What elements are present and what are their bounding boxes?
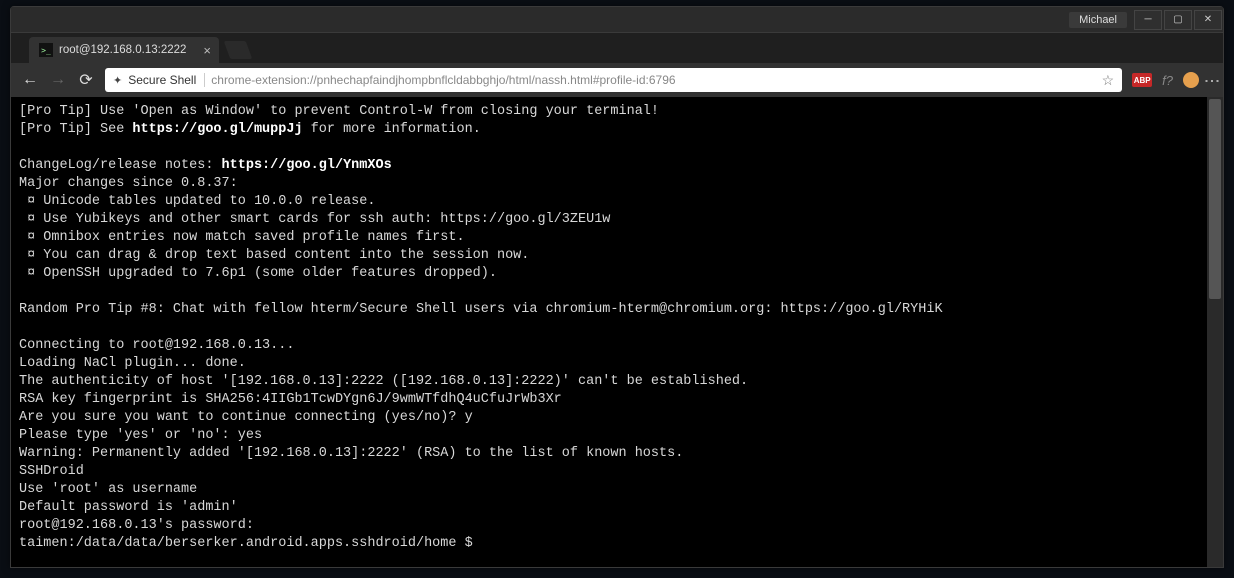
url-text: chrome-extension://pnhechapfaindjhompbnf… (211, 73, 1095, 87)
terminal-line: ¤ Unicode tables updated to 10.0.0 relea… (19, 194, 375, 209)
terminal-prompt: taimen:/data/data/berserker.android.apps… (19, 536, 473, 551)
user-badge: Michael (1069, 12, 1127, 28)
terminal-line: RSA key fingerprint is SHA256:4IIGb1TcwD… (19, 392, 562, 407)
terminal-line: Are you sure you want to continue connec… (19, 410, 473, 425)
back-button[interactable]: ← (21, 71, 39, 89)
extension-circle-icon[interactable] (1183, 72, 1199, 88)
browser-window: Michael ─ ▢ ✕ >_ root@192.168.0.13:2222 … (10, 6, 1224, 568)
terminal-line: Default password is 'admin' (19, 500, 238, 515)
terminal[interactable]: [Pro Tip] Use 'Open as Window' to preven… (11, 97, 1207, 567)
close-window-button[interactable]: ✕ (1194, 10, 1222, 30)
terminal-line: Major changes since 0.8.37: (19, 176, 238, 191)
terminal-line: ¤ Omnibox entries now match saved profil… (19, 230, 465, 245)
extension-slot-icon[interactable]: f? (1162, 73, 1173, 88)
abp-extension-icon[interactable]: ABP (1132, 73, 1152, 87)
terminal-line: SSHDroid (19, 464, 84, 479)
scrollbar[interactable] (1207, 97, 1223, 567)
forward-button[interactable]: → (49, 71, 67, 89)
tab-strip: >_ root@192.168.0.13:2222 × (11, 33, 1223, 63)
window-titlebar: Michael ─ ▢ ✕ (11, 7, 1223, 33)
scrollbar-thumb[interactable] (1209, 99, 1221, 299)
reload-button[interactable]: ⟳ (77, 70, 95, 90)
puzzle-icon: ✦ (113, 74, 122, 87)
extension-name: Secure Shell (128, 73, 205, 87)
terminal-viewport: [Pro Tip] Use 'Open as Window' to preven… (11, 97, 1223, 567)
terminal-line: Use 'root' as username (19, 482, 197, 497)
terminal-favicon-icon: >_ (39, 43, 53, 57)
bookmark-star-icon[interactable]: ☆ (1102, 72, 1115, 89)
tab-active[interactable]: >_ root@192.168.0.13:2222 × (29, 37, 219, 63)
toolbar: ← → ⟳ ✦ Secure Shell chrome-extension://… (11, 63, 1223, 97)
minimize-button[interactable]: ─ (1134, 10, 1162, 30)
terminal-line: Warning: Permanently added '[192.168.0.1… (19, 446, 683, 461)
terminal-line: [Pro Tip] See https://goo.gl/muppJj for … (19, 122, 481, 137)
terminal-line: Connecting to root@192.168.0.13... (19, 338, 294, 353)
terminal-line: The authenticity of host '[192.168.0.13]… (19, 374, 748, 389)
terminal-line: [Pro Tip] Use 'Open as Window' to preven… (19, 104, 659, 119)
terminal-line: Loading NaCl plugin... done. (19, 356, 246, 371)
terminal-line: Random Pro Tip #8: Chat with fellow hter… (19, 302, 943, 317)
terminal-line: ¤ OpenSSH upgraded to 7.6p1 (some older … (19, 266, 497, 281)
new-tab-button[interactable] (224, 41, 253, 59)
terminal-line: Please type 'yes' or 'no': yes (19, 428, 262, 443)
tab-close-icon[interactable]: × (203, 43, 211, 58)
terminal-line: ¤ Use Yubikeys and other smart cards for… (19, 212, 610, 227)
terminal-line: ¤ You can drag & drop text based content… (19, 248, 529, 263)
tab-title: root@192.168.0.13:2222 (59, 44, 186, 56)
terminal-line: root@192.168.0.13's password: (19, 518, 254, 533)
address-bar[interactable]: ✦ Secure Shell chrome-extension://pnhech… (105, 68, 1122, 92)
chrome-menu-button[interactable]: ⋮ (1209, 73, 1213, 88)
terminal-line: ChangeLog/release notes: https://goo.gl/… (19, 158, 392, 173)
maximize-button[interactable]: ▢ (1164, 10, 1192, 30)
